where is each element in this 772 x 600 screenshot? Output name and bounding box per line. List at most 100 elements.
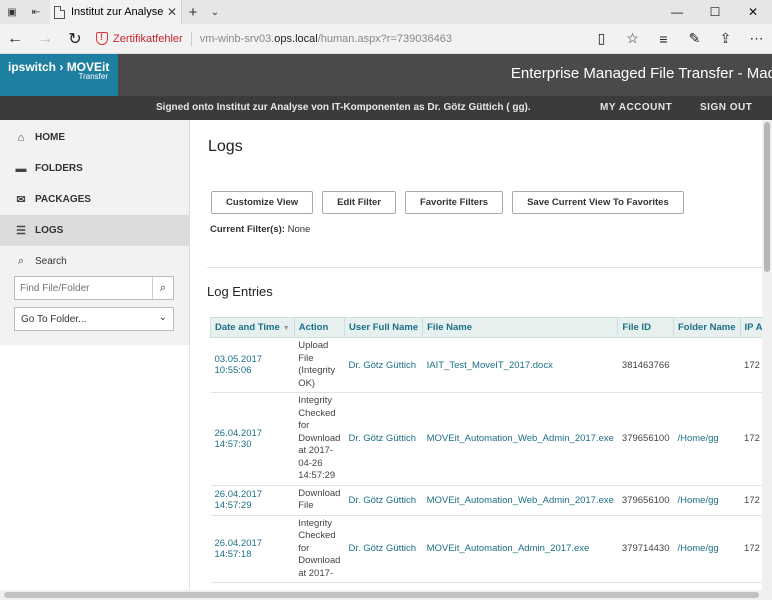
file-id-cell: 379656100 [617,485,674,516]
column-header-user[interactable]: User Full Name [343,317,424,338]
window-close-icon[interactable]: ✕ [734,0,772,24]
certificate-error-label[interactable]: Zertifikatfehler [113,33,183,45]
table-row: 03.05.2017 10:55:06 Upload File (Integrity OK… [210,337,762,393]
action-line: Checked [298,530,336,541]
browser-toolbar: ▯ ☆ ≡ ✎ ⇪ ⋯ [586,30,772,47]
address-divider [190,31,192,46]
date-cell[interactable]: 26.04.2017 14:57:29 [210,485,295,516]
reading-view-icon[interactable]: ▯ [586,30,617,47]
column-header-action[interactable]: Action [293,317,345,338]
file-name-cell[interactable]: IAIT_Test_MoveIT_2017.docx [422,337,618,393]
sidebar-item-packages[interactable]: ✉ PACKAGES [0,184,189,215]
address-field[interactable]: Zertifikatfehler vm-winb-srv03.ops.local… [96,31,586,46]
user-cell[interactable]: Dr. Götz Güttich [344,392,423,486]
date-cell[interactable]: 26.04.2017 14:57:30 [210,392,295,486]
action-cell: Integrity Checked for Download at 2017- [294,515,345,583]
column-header-file-id[interactable]: File ID [617,317,674,338]
maximize-icon[interactable]: ☐ [696,0,734,24]
moveit-logo[interactable]: ipswitch › MOVEit Transfer [0,54,118,96]
action-line: File [298,352,314,364]
vertical-scrollbar[interactable] [762,120,772,590]
sidebar-item-folders[interactable]: ▬ FOLDERS [0,153,189,184]
action-line: at 2017- [298,567,334,579]
column-header-folder[interactable]: Folder Name [672,317,741,338]
back-icon[interactable]: ← [0,30,30,48]
sidebar-item-logs[interactable]: ☰ LOGS [0,215,189,246]
horizontal-scrollbar[interactable] [0,590,772,600]
action-line: (Integrity [298,365,336,376]
signed-on-text: Signed onto Institut zur Analyse von IT-… [156,102,531,113]
search-submit-icon[interactable]: ⌕ [152,277,173,299]
date-cell[interactable]: 26.04.2017 14:57:18 [210,515,295,583]
column-header-date[interactable]: Date and Time ▼ [210,317,295,338]
logo-brand: ipswitch [8,60,57,74]
tab-aside-icon[interactable]: ⇤ [24,0,48,24]
action-line: Download [298,555,341,566]
action-line: Download [298,432,341,444]
date-cell[interactable]: 03.05.2017 10:55:06 [210,337,295,393]
hub-icon[interactable]: ≡ [648,31,679,47]
share-icon[interactable]: ⇪ [710,30,741,47]
folder-cell[interactable] [673,337,741,393]
address-bar-row: ← → ↻ Zertifikatfehler vm-winb-srv03.ops… [0,24,772,54]
file-name-cell[interactable]: MOVEit_Automation_Web_Admin_2017.exe [422,392,618,486]
web-note-icon[interactable]: ✎ [679,30,710,47]
edit-filter-button[interactable]: Edit Filter [322,191,396,214]
folder-cell[interactable]: /Home/gg [673,485,741,516]
app-header: ipswitch › MOVEit Transfer Enterprise Ma… [0,54,772,96]
tab-list-chevron-icon[interactable]: ⌄ [204,7,226,18]
customize-view-button[interactable]: Customize View [211,191,314,214]
sidebar-item-home[interactable]: ⌂ HOME [0,122,189,153]
favorite-filters-button[interactable]: Favorite Filters [404,191,504,214]
user-name: Dr. Götz Güttich [427,102,504,113]
user-cell[interactable]: Dr. Götz Güttich [344,485,423,516]
sign-out-link[interactable]: SIGN OUT [700,102,752,113]
user-id: ( gg). [506,102,531,113]
forward-icon[interactable]: → [30,30,60,48]
favorite-star-icon[interactable]: ☆ [617,30,648,47]
app-title: Enterprise Managed File Transfer - Mad [510,65,772,82]
table-row: 26.04.2017 14:57:29 Download File Dr. Götz G… [210,485,762,516]
file-name-cell[interactable]: MOVEit_Automation_Admin_2017.exe [422,515,618,583]
find-file-field: ⌕ [14,276,174,300]
refresh-icon[interactable]: ↻ [60,29,90,49]
browser-tab[interactable]: Institut zur Analyse von ✕ [50,0,182,24]
go-to-folder-select[interactable]: Go To Folder... ⌄ [14,307,174,331]
find-file-input[interactable] [15,277,152,299]
file-name-cell[interactable]: MOVEit_Automation_Web_Admin_2017.exe [422,485,618,516]
list-icon: ☰ [16,225,26,237]
user-cell[interactable]: Dr. Götz Güttich [344,515,423,583]
folder-cell[interactable]: /Home/gg [673,392,741,486]
file-id-cell: 379714430 [617,515,674,583]
my-account-link[interactable]: MY ACCOUNT [600,102,672,113]
action-cell: Integrity Checked for Download at 2017- 04-26… [294,392,345,486]
column-header-ip[interactable]: IP A [739,317,762,338]
more-icon[interactable]: ⋯ [741,30,772,47]
action-line: File [298,500,314,511]
current-filters: Current Filter(s): None [210,224,310,235]
url-text[interactable]: vm-winb-srv03.ops.local/human.aspx?r=739… [200,33,452,45]
folder-cell[interactable]: /Home/gg [673,515,741,583]
tab-manager-icon[interactable]: ▣ [0,0,24,24]
vertical-scroll-thumb[interactable] [764,122,770,272]
ip-cell: 172 [740,515,762,583]
sidebar-item-search[interactable]: ⌕ Search [0,246,189,277]
action-line: OK) [298,377,316,389]
action-line: Integrity [298,517,332,529]
tab-close-icon[interactable]: ✕ [167,5,177,19]
sort-desc-icon: ▼ [282,325,290,332]
page-title: Logs [208,138,243,155]
log-time: 14:57:30 [214,438,252,450]
certificate-warning-icon[interactable] [96,32,108,45]
user-cell[interactable]: Dr. Götz Güttich [344,337,423,393]
log-time: 10:55:06 [214,365,252,376]
page-icon [54,5,65,19]
sidebar-item-label: PACKAGES [35,194,91,205]
save-view-to-favorites-button[interactable]: Save Current View To Favorites [512,191,684,214]
minimize-icon[interactable]: — [658,0,696,24]
folder-icon: ▬ [15,162,27,175]
column-header-file-name[interactable]: File Name [422,317,619,338]
action-cell: Upload File (Integrity OK) [294,337,345,393]
horizontal-scroll-thumb[interactable] [4,592,759,598]
new-tab-icon[interactable]: + [182,4,204,21]
